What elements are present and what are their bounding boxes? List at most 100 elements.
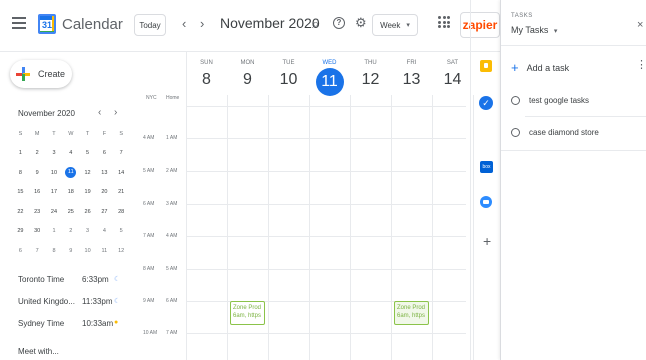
day-number[interactable]: 10 xyxy=(268,70,309,90)
day-header[interactable]: THU 12 xyxy=(350,60,391,90)
task-item[interactable]: test google tasks xyxy=(511,96,589,105)
mini-day[interactable]: 11 xyxy=(96,248,113,254)
mini-prev-month-button[interactable]: ‹ xyxy=(98,107,101,118)
mini-day[interactable]: 28 xyxy=(113,209,130,215)
time-label-primary: 7 AM xyxy=(143,233,155,239)
calendar-event[interactable]: Zone Prod 6am, https xyxy=(230,301,265,325)
box-icon[interactable]: box xyxy=(480,161,493,173)
task-title: test google tasks xyxy=(529,96,590,105)
day-header[interactable]: WED 11 xyxy=(309,60,350,96)
day-column-divider xyxy=(391,95,392,360)
close-icon[interactable]: × xyxy=(637,19,643,31)
mini-day[interactable]: 12 xyxy=(79,170,96,176)
mini-day[interactable]: 21 xyxy=(113,189,130,195)
settings-gear-icon[interactable]: ⚙ xyxy=(355,15,367,31)
mini-day[interactable]: 2 xyxy=(29,150,46,156)
mini-day[interactable]: 1 xyxy=(46,228,63,234)
mini-day[interactable]: 6 xyxy=(96,150,113,156)
mini-day[interactable]: 18 xyxy=(62,189,79,195)
day-number[interactable]: 14 xyxy=(432,70,473,90)
mini-day[interactable]: 8 xyxy=(46,248,63,254)
time-label-secondary: 5 AM xyxy=(166,266,178,272)
day-number[interactable]: 8 xyxy=(186,70,227,90)
search-icon[interactable]: ⌕ xyxy=(312,16,319,32)
task-list-selector[interactable]: My Tasks ▾ xyxy=(511,25,557,35)
mini-day[interactable]: 12 xyxy=(113,248,130,254)
mini-day[interactable]: 29 xyxy=(12,228,29,234)
mini-day[interactable]: 1 xyxy=(12,150,29,156)
mini-day[interactable]: 13 xyxy=(96,170,113,176)
day-header[interactable]: FRI 13 xyxy=(391,60,432,90)
mini-day[interactable]: 25 xyxy=(62,209,79,215)
hour-gridline xyxy=(186,106,466,107)
mini-day[interactable]: 15 xyxy=(12,189,29,195)
mini-day[interactable]: 2 xyxy=(62,228,79,234)
mini-day[interactable]: 19 xyxy=(79,189,96,195)
add-task-button[interactable]: + Add a task xyxy=(511,60,569,75)
day-of-week: THU xyxy=(364,60,377,66)
day-of-week: TUE xyxy=(282,60,295,66)
help-icon[interactable]: ? xyxy=(333,17,345,29)
keep-icon[interactable] xyxy=(480,60,492,72)
calendar-event[interactable]: Zone Prod 6am, https xyxy=(394,301,429,325)
mini-week-row: 22 23 24 25 26 27 28 xyxy=(12,202,130,222)
tasks-icon[interactable]: ✓ xyxy=(479,96,493,110)
timezone-time: 10:33am xyxy=(82,319,114,328)
day-number[interactable]: 12 xyxy=(350,70,391,90)
meet-with-label[interactable]: Meet with... xyxy=(18,347,59,356)
mini-day[interactable]: 20 xyxy=(96,189,113,195)
day-header[interactable]: SUN 8 xyxy=(186,60,227,90)
mini-next-month-button[interactable]: › xyxy=(114,107,117,118)
task-checkbox[interactable] xyxy=(511,128,520,137)
mini-weekday: W xyxy=(68,130,74,137)
mini-day[interactable]: 14 xyxy=(113,170,130,176)
plus-icon xyxy=(16,67,30,81)
mini-week-row: 29 30 1 2 3 4 5 xyxy=(12,222,130,242)
next-week-button[interactable]: › xyxy=(200,16,204,31)
more-options-icon[interactable]: ⋮ xyxy=(636,58,646,71)
day-header[interactable]: TUE 10 xyxy=(268,60,309,90)
mini-day[interactable]: 3 xyxy=(46,150,63,156)
mini-day[interactable]: 17 xyxy=(46,189,63,195)
mini-day[interactable]: 4 xyxy=(62,150,79,156)
day-header[interactable]: MON 9 xyxy=(227,60,268,90)
mini-day[interactable]: 23 xyxy=(29,209,46,215)
mini-day[interactable]: 3 xyxy=(79,228,96,234)
day-header[interactable]: SAT 14 xyxy=(432,60,473,90)
zoom-icon[interactable] xyxy=(480,196,492,208)
mini-day[interactable]: 30 xyxy=(29,228,46,234)
mini-day[interactable]: 11 xyxy=(65,167,77,179)
mini-day[interactable]: 27 xyxy=(96,209,113,215)
mini-day[interactable]: 5 xyxy=(113,228,130,234)
view-selector[interactable]: Week ▾ xyxy=(372,14,418,36)
prev-week-button[interactable]: ‹ xyxy=(182,16,186,31)
task-checkbox[interactable] xyxy=(511,96,520,105)
mini-day[interactable]: 9 xyxy=(29,170,46,176)
mini-day[interactable]: 5 xyxy=(79,150,96,156)
today-button[interactable]: Today xyxy=(134,14,166,36)
mini-day[interactable]: 6 xyxy=(12,248,29,254)
mini-day[interactable]: 7 xyxy=(113,150,130,156)
add-addon-icon[interactable]: + xyxy=(483,233,491,249)
day-number[interactable]: 9 xyxy=(227,70,268,90)
day-number[interactable]: 11 xyxy=(315,68,344,96)
mini-day[interactable]: 26 xyxy=(79,209,96,215)
mini-weekday-row: SMTWTFS xyxy=(12,124,130,144)
caret-down-icon: ▾ xyxy=(406,22,410,29)
mini-day[interactable]: 24 xyxy=(46,209,63,215)
day-number[interactable]: 13 xyxy=(391,70,432,90)
day-of-week: FRI xyxy=(406,60,417,66)
apps-grid-icon[interactable] xyxy=(438,16,450,28)
mini-day[interactable]: 9 xyxy=(62,248,79,254)
mini-day[interactable]: 10 xyxy=(79,248,96,254)
mini-day[interactable]: 8 xyxy=(12,170,29,176)
mini-day[interactable]: 4 xyxy=(96,228,113,234)
hour-gridline xyxy=(186,333,466,334)
create-button[interactable]: Create xyxy=(10,60,72,88)
mini-day[interactable]: 7 xyxy=(29,248,46,254)
main-menu-icon[interactable] xyxy=(12,17,26,29)
task-item[interactable]: case diamond store xyxy=(511,128,599,137)
mini-day[interactable]: 16 xyxy=(29,189,46,195)
mini-day[interactable]: 10 xyxy=(46,170,63,176)
mini-day[interactable]: 22 xyxy=(12,209,29,215)
